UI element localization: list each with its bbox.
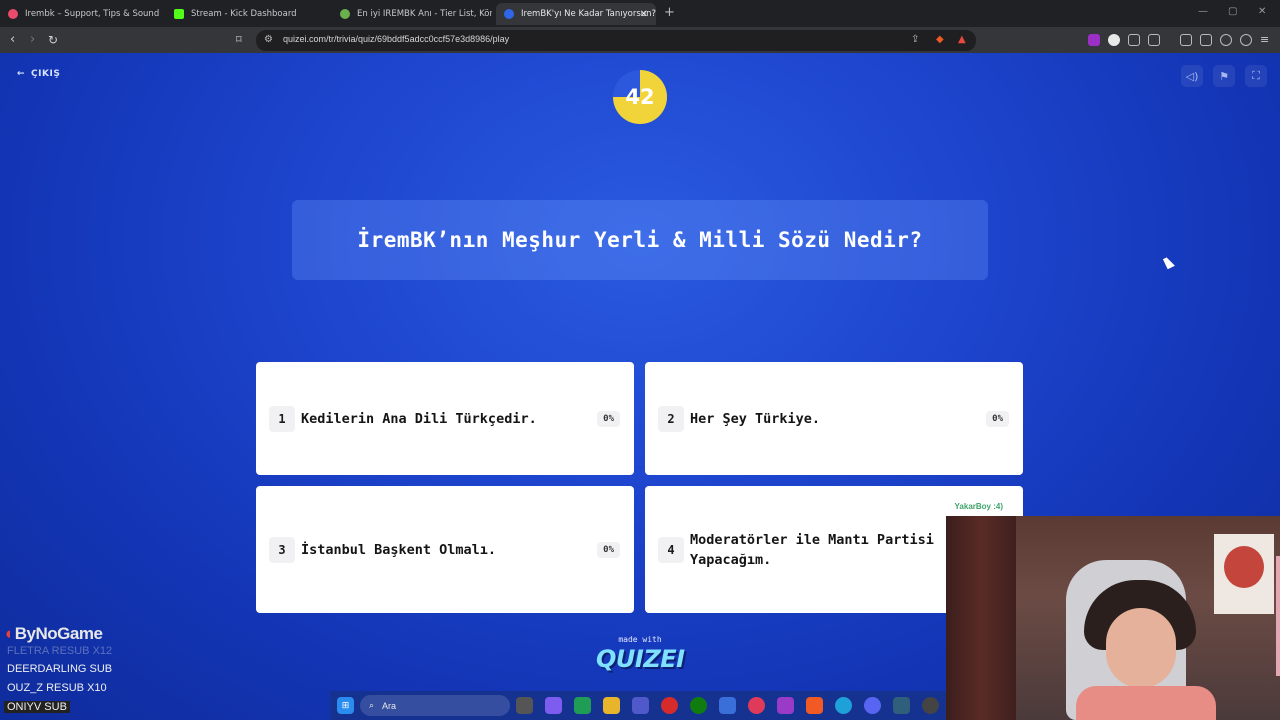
exit-label: ÇIKIŞ [31,69,61,79]
sponsor-logo: ◖ ByNoGame [3,624,103,643]
made-with-label: made with [618,635,662,644]
wall-poster-art [1224,546,1264,588]
wallet-icon[interactable] [1148,34,1160,46]
address-bar[interactable]: ⚙ quizei.com/tr/trivia/quiz/69bddf5adcc0… [256,30,976,51]
task-view-icon[interactable] [516,697,533,714]
sidebar-icon[interactable] [1180,34,1192,46]
rewards-icon[interactable]: ▲ [958,34,966,45]
store-icon[interactable] [719,697,736,714]
file-explorer-icon[interactable] [603,697,620,714]
answer-number: 2 [658,405,684,432]
brave-shield-icon[interactable]: ◆ [936,34,944,45]
search-placeholder: Ara [382,700,397,711]
forward-icon[interactable]: › [30,32,35,48]
reload-icon[interactable]: ↻ [48,32,58,48]
tab-title: En iyi IREMBK Anı - Tier List, Kör Sıral… [357,9,492,19]
opera-icon[interactable] [661,697,678,714]
tab-favicon-icon [8,9,18,19]
answer-number: 1 [269,405,295,432]
browser-tab-active[interactable]: IremBK'yı Ne Kadar Tanıyorsun? ✕ [496,3,656,25]
sponsor-mark-icon: ◖ [3,624,13,643]
webcam-background [946,516,1016,720]
menu-icon[interactable]: ≡ [1260,34,1272,46]
arrow-left-icon: ← [17,69,26,79]
answer-option-2[interactable]: 2 Her Şey Türkiye. 0% [645,362,1023,475]
sub-alert-line: ONIYV SUB [4,701,70,713]
close-tab-icon[interactable]: ✕ [640,9,648,20]
site-settings-icon[interactable]: ⚙ [264,34,273,45]
answer-number: 3 [269,536,295,563]
obs-icon[interactable] [922,697,939,714]
vpn-icon[interactable] [1240,34,1252,46]
taskbar-search[interactable]: ⌕ Ara [360,695,510,716]
webcam-feed [946,516,1280,720]
streamer-shirt [1076,686,1216,720]
discord-icon[interactable] [864,697,881,714]
media-player-icon[interactable] [748,697,765,714]
edge-icon[interactable] [835,697,852,714]
extension-icon[interactable] [1108,34,1120,46]
tab-favicon-icon [504,9,514,19]
url-text: quizei.com/tr/trivia/quiz/69bddf5adcc0cc… [283,34,510,44]
question-text: İremBK’nın Meşhur Yerli & Milli Sözü Ned… [357,228,923,252]
tab-favicon-icon [340,9,350,19]
question-card: İremBK’nın Meşhur Yerli & Milli Sözü Ned… [292,200,988,280]
app-icon[interactable] [574,697,591,714]
answer-text: Kedilerin Ana Dili Türkçedir. [301,410,537,427]
flag-icon[interactable]: ⚑ [1213,65,1235,87]
sub-alert-line: FLETRA RESUB X12 [7,645,113,657]
browser-tab-1[interactable]: Irembk – Support, Tips & Sound Alerts [0,3,160,25]
stream-alert-overlay: ◖ ByNoGame FLETRA RESUB X12 DEERDARLING S… [0,622,140,720]
share-icon[interactable]: ⇪ [911,34,919,45]
answer-percent: 0% [597,410,620,427]
search-icon: ⌕ [369,700,375,710]
answer-percent: 0% [597,541,620,558]
streamer-face [1106,608,1176,688]
countdown-timer: 42 [613,70,667,124]
exit-button[interactable]: ← ÇIKIŞ [17,69,60,79]
fullscreen-icon[interactable]: ⛶ [1245,65,1267,87]
minimize-icon[interactable]: — [1198,6,1208,17]
browser-tab-3[interactable]: En iyi IREMBK Anı - Tier List, Kör Sıral… [332,3,492,25]
leo-ai-icon[interactable] [1220,34,1232,46]
browser-toolbar: ‹ › ↻ ⌑ ⚙ quizei.com/tr/trivia/quiz/69bd… [0,27,1280,53]
answer-number: 4 [658,536,684,563]
sound-icon[interactable]: ◁) [1181,65,1203,87]
tab-title: IremBK'yı Ne Kadar Tanıyorsun? [521,9,656,19]
maximize-icon[interactable]: ▢ [1228,6,1237,17]
extensions-puzzle-icon[interactable] [1128,34,1140,46]
browser-tab-bar: Irembk – Support, Tips & Sound Alerts St… [0,0,1280,27]
quizei-logo[interactable]: QUIZEI [596,645,685,673]
timer-value: 42 [625,85,655,109]
answer-percent: 0% [986,410,1009,427]
answer-option-3[interactable]: 3 İstanbul Başkent Olmalı. 0% [256,486,634,613]
extension-icon[interactable] [1088,34,1100,46]
browser-tab-2[interactable]: Stream - Kick Dashboard [166,3,326,25]
tabs-icon[interactable] [1200,34,1212,46]
mouse-cursor-icon [1163,255,1175,270]
teams-icon[interactable] [632,697,649,714]
app-icon[interactable] [893,697,910,714]
copilot-icon[interactable] [545,697,562,714]
bookmark-icon[interactable]: ⌑ [236,32,242,48]
answer-text: İstanbul Başkent Olmalı. [301,541,497,558]
answer-text: Moderatörler ile Mantı Partisi Yapacağım… [690,531,934,568]
sub-alert-line: DEERDARLING SUB [7,663,113,675]
app-icon[interactable] [777,697,794,714]
sub-alert-line: OUZ_Z RESUB X10 [7,682,107,694]
answer-option-1[interactable]: 1 Kedilerin Ana Dili Türkçedir. 0% [256,362,634,475]
tab-title: Irembk – Support, Tips & Sound Alerts [25,9,160,19]
windows-taskbar: ⊞ ⌕ Ara [330,691,950,720]
webcam-edge [1276,556,1280,676]
answer-text: Her Şey Türkiye. [690,410,821,427]
new-tab-button[interactable]: + [664,5,675,20]
voter-tag: YakarBoy :4) [954,502,1003,511]
tab-favicon-icon [174,9,184,19]
xbox-icon[interactable] [690,697,707,714]
brave-icon[interactable] [806,697,823,714]
back-icon[interactable]: ‹ [10,32,15,48]
tab-title: Stream - Kick Dashboard [191,9,297,19]
windows-start-icon[interactable]: ⊞ [337,697,354,714]
window-close-icon[interactable]: ✕ [1258,6,1266,17]
